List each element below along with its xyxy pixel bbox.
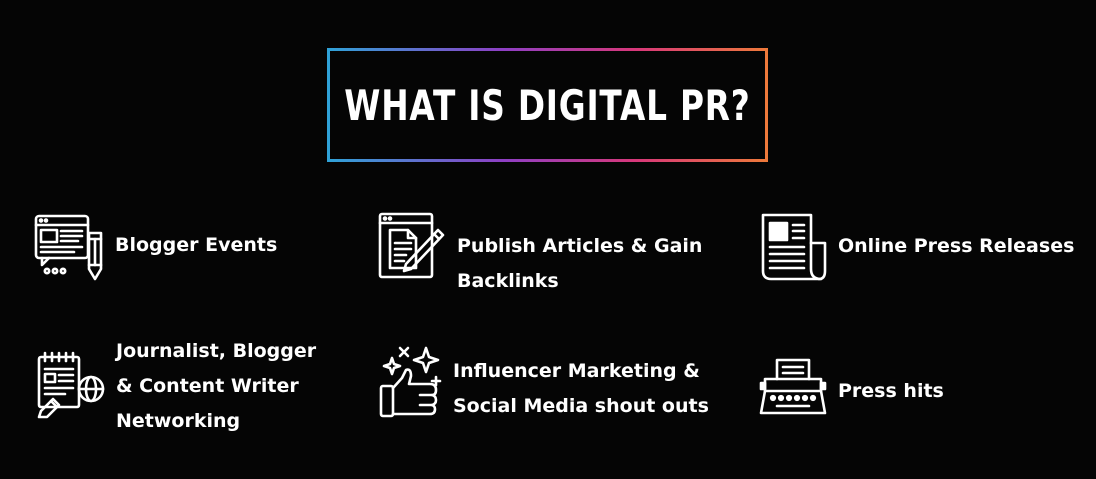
label-line: Journalist, Blogger	[116, 340, 317, 362]
label-line: Press hits	[838, 380, 944, 402]
label-line: Publish Articles & Gain	[457, 235, 703, 257]
item-label-influencer-marketing: Influencer Marketing & Social Media shou…	[453, 354, 709, 424]
page-title: WHAT IS DIGITAL PR?	[344, 80, 751, 130]
title-frame: WHAT IS DIGITAL PR?	[327, 48, 768, 162]
publish-articles-icon	[378, 212, 446, 280]
networking-icon	[35, 349, 107, 419]
thumbs-up-sparkle-icon	[378, 344, 444, 418]
label-line: & Content Writer	[116, 375, 299, 397]
blogger-events-icon	[34, 213, 104, 281]
item-label-publish-articles: Publish Articles & Gain Backlinks	[457, 229, 702, 299]
label-line: Online Press Releases	[838, 235, 1075, 257]
item-label-networking: Journalist, Blogger & Content Writer Net…	[116, 334, 316, 439]
label-line: Blogger Events	[115, 234, 278, 256]
label-line: Networking	[116, 410, 241, 432]
newspaper-icon	[761, 213, 829, 281]
label-line: Backlinks	[457, 270, 559, 292]
item-label-online-press-releases: Online Press Releases	[838, 229, 1074, 264]
label-line: Social Media shout outs	[453, 395, 709, 417]
item-label-blogger-events: Blogger Events	[115, 228, 277, 263]
label-line: Influencer Marketing &	[453, 360, 700, 382]
item-label-press-hits: Press hits	[838, 374, 944, 409]
typewriter-icon	[759, 357, 827, 417]
title-inner: WHAT IS DIGITAL PR?	[330, 51, 765, 159]
